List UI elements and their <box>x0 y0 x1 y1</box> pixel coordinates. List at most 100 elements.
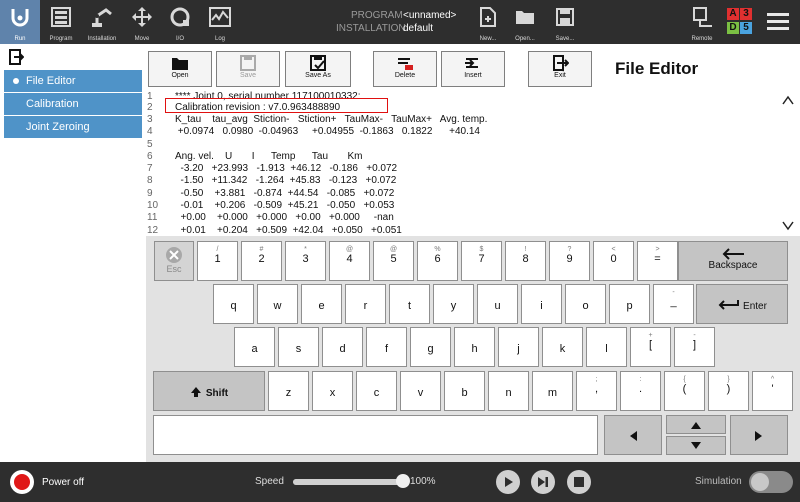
key-sub: - <box>672 289 675 296</box>
nav-log[interactable]: Log <box>202 0 238 44</box>
scroll-down-icon[interactable] <box>782 221 794 231</box>
save-program-button[interactable]: Save... <box>546 0 584 44</box>
file-line[interactable]: +0.00 +0.000 +0.000 +0.00 +0.000 -nan <box>175 212 394 223</box>
power-off-button[interactable] <box>10 470 34 494</box>
keyboard-text-input[interactable] <box>153 415 598 455</box>
key-paren-right[interactable]: }) <box>708 371 749 411</box>
delete-line-icon <box>398 58 413 70</box>
open-button[interactable]: Open <box>148 51 212 87</box>
key-period[interactable]: :. <box>620 371 661 411</box>
key-h[interactable]: h <box>454 327 495 367</box>
simulation-toggle[interactable] <box>749 471 793 493</box>
key-l[interactable]: l <box>586 327 627 367</box>
key-c[interactable]: c <box>356 371 397 411</box>
key-8[interactable]: ! 8 <box>505 241 546 281</box>
scrollbar[interactable] <box>775 90 800 238</box>
remote-label: Remote <box>691 36 713 42</box>
scroll-up-icon[interactable] <box>782 95 794 105</box>
page-title: File Editor <box>615 59 699 78</box>
key-underscore[interactable]: - _ <box>653 284 694 324</box>
insert-line-icon <box>465 58 478 68</box>
file-line[interactable]: -0.01 +0.206 -0.509 +45.21 -0.050 +0.053 <box>175 200 395 211</box>
open-program-button[interactable]: Open... <box>506 0 544 44</box>
key-esc[interactable]: Esc <box>154 241 194 281</box>
key-y[interactable]: y <box>433 284 474 324</box>
key-paren-left[interactable]: {( <box>664 371 705 411</box>
key-5[interactable]: @5 <box>373 241 414 281</box>
key-d[interactable]: d <box>322 327 363 367</box>
file-line[interactable]: +0.01 +0.204 +0.509 +42.04 +0.050 +0.051 <box>175 225 402 236</box>
stop-button[interactable] <box>567 470 591 494</box>
hamburger-menu-button[interactable] <box>766 11 790 31</box>
key-r[interactable]: r <box>345 284 386 324</box>
key-e[interactable]: e <box>301 284 342 324</box>
key-i[interactable]: i <box>521 284 562 324</box>
key-7[interactable]: $7 <box>461 241 502 281</box>
nav-move[interactable]: Move <box>124 0 160 44</box>
key-v[interactable]: v <box>400 371 441 411</box>
key-bracket-left[interactable]: +[ <box>630 327 671 367</box>
delete-button[interactable]: Delete <box>373 51 437 87</box>
key-a[interactable]: a <box>234 327 275 367</box>
key-p[interactable]: p <box>609 284 650 324</box>
save-as-button[interactable]: Save As <box>285 51 351 87</box>
key-z[interactable]: z <box>268 371 309 411</box>
remote-button[interactable]: Remote <box>684 0 720 44</box>
speed-slider[interactable] <box>293 474 410 488</box>
file-line[interactable]: +0.0974 0.0980 -0.04963 +0.04955 -0.1863… <box>175 126 480 137</box>
file-line[interactable]: -3.20 +23.993 -1.913 +46.12 -0.186 +0.07… <box>175 163 398 174</box>
file-line[interactable]: K_tau tau_avg Stiction- Stiction+ TauMax… <box>175 114 487 125</box>
key-6[interactable]: % 6 <box>417 241 458 281</box>
key-g[interactable]: g <box>410 327 451 367</box>
step-button[interactable] <box>531 470 555 494</box>
key-apostrophe[interactable]: ^ ' <box>752 371 793 411</box>
sidebar-item-calibration[interactable]: Calibration <box>4 93 142 115</box>
key-bracket-right[interactable]: -] <box>674 327 715 367</box>
key-x[interactable]: x <box>312 371 353 411</box>
key-k[interactable]: k <box>542 327 583 367</box>
key-q[interactable]: q <box>213 284 254 324</box>
sidebar-item-file-editor[interactable]: File Editor <box>4 70 142 92</box>
file-line[interactable]: -1.50 +11.342 -1.264 +45.83 -0.123 +0.07… <box>175 175 397 186</box>
key-arrow-right[interactable] <box>730 415 788 455</box>
key-j[interactable]: j <box>498 327 539 367</box>
play-button[interactable] <box>496 470 520 494</box>
exit-button[interactable]: Exit <box>528 51 592 87</box>
key-u[interactable]: u <box>477 284 518 324</box>
key-t[interactable]: t <box>389 284 430 324</box>
key-backspace[interactable]: Backspace <box>678 241 788 281</box>
key-m[interactable]: m <box>532 371 573 411</box>
file-line[interactable]: -0.50 +3.881 -0.874 +44.54 -0.085 +0.072 <box>175 188 395 199</box>
key-3[interactable]: * 3 <box>285 241 326 281</box>
key-9[interactable]: ? 9 <box>549 241 590 281</box>
key-w[interactable]: w <box>257 284 298 324</box>
key-o[interactable]: o <box>565 284 606 324</box>
key-enter[interactable]: Enter <box>696 284 788 324</box>
key-arrow-left[interactable] <box>604 415 662 455</box>
key-shift[interactable]: Shift <box>153 371 265 411</box>
nav-run[interactable]: Run <box>0 0 40 44</box>
file-line[interactable]: Ang. vel. U I Temp Tau Km <box>175 151 362 162</box>
key-f[interactable]: f <box>366 327 407 367</box>
nav-installation[interactable]: Installation <box>82 0 122 44</box>
key-0[interactable]: <0 <box>593 241 634 281</box>
nav-program[interactable]: Program <box>42 0 80 44</box>
key-4[interactable]: @4 <box>329 241 370 281</box>
speed-slider-knob[interactable] <box>396 474 410 488</box>
exit-sidebar-button[interactable] <box>8 49 25 70</box>
key-s[interactable]: s <box>278 327 319 367</box>
save-button[interactable]: Save <box>216 51 280 87</box>
sidebar-item-joint-zeroing[interactable]: Joint Zeroing <box>4 116 142 138</box>
key-1[interactable]: /1 <box>197 241 238 281</box>
nav-io[interactable]: I/O <box>162 0 198 44</box>
insert-button[interactable]: Insert <box>441 51 505 87</box>
new-program-button[interactable]: New... <box>470 0 506 44</box>
key-n[interactable]: n <box>488 371 529 411</box>
key-equals[interactable]: > = <box>637 241 678 281</box>
key-arrow-down[interactable] <box>666 436 726 455</box>
key-label: 7 <box>478 253 485 265</box>
key-arrow-up[interactable] <box>666 415 726 434</box>
key-comma[interactable]: ;, <box>576 371 617 411</box>
key-b[interactable]: b <box>444 371 485 411</box>
key-2[interactable]: #2 <box>241 241 282 281</box>
